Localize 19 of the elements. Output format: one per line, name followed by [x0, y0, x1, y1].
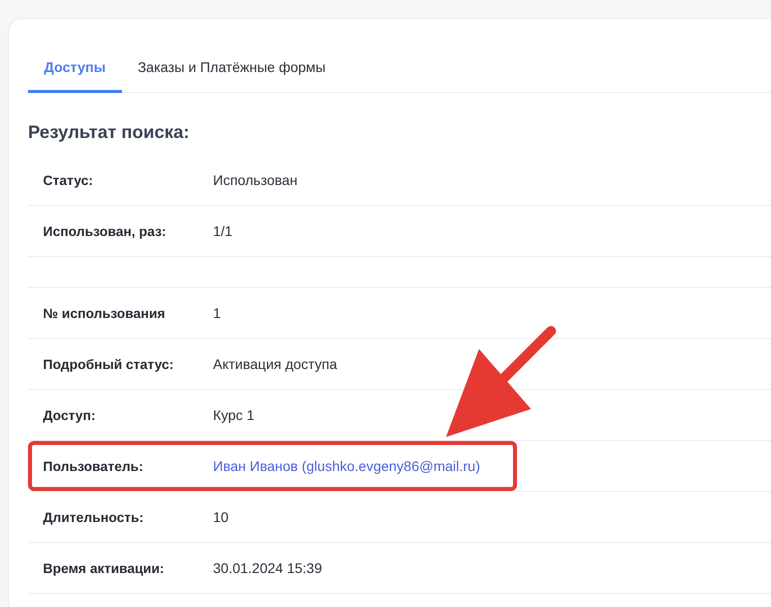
field-label: Пользователь:: [42, 458, 144, 474]
field-value: Использован: [213, 172, 298, 188]
field-value: Курс 1: [213, 407, 254, 423]
section-heading: Результат поиска:: [28, 122, 190, 143]
tab[interactable]: Доступы: [28, 50, 122, 93]
field-value: 10: [213, 509, 229, 525]
field-value: 1: [213, 305, 221, 321]
field-label: Использован, раз:: [42, 224, 168, 238]
field-value: Активация доступа: [213, 356, 338, 372]
tab[interactable]: Заказы и Платёжные формы: [122, 50, 342, 93]
field-value: 1/1: [213, 223, 232, 239]
field-label: Время активации:: [42, 560, 166, 576]
user-link[interactable]: Иван Иванов (glushko.evgeny86@mail.ru): [213, 458, 480, 474]
field-label: Доступ:: [42, 408, 96, 422]
field-label: Подробный статус:: [42, 356, 175, 372]
field-label: Статус:: [42, 172, 94, 188]
field-label: Длительность:: [42, 510, 145, 524]
field-label: № использования: [42, 306, 166, 320]
field-value: 30.01.2024 15:39: [213, 560, 322, 576]
